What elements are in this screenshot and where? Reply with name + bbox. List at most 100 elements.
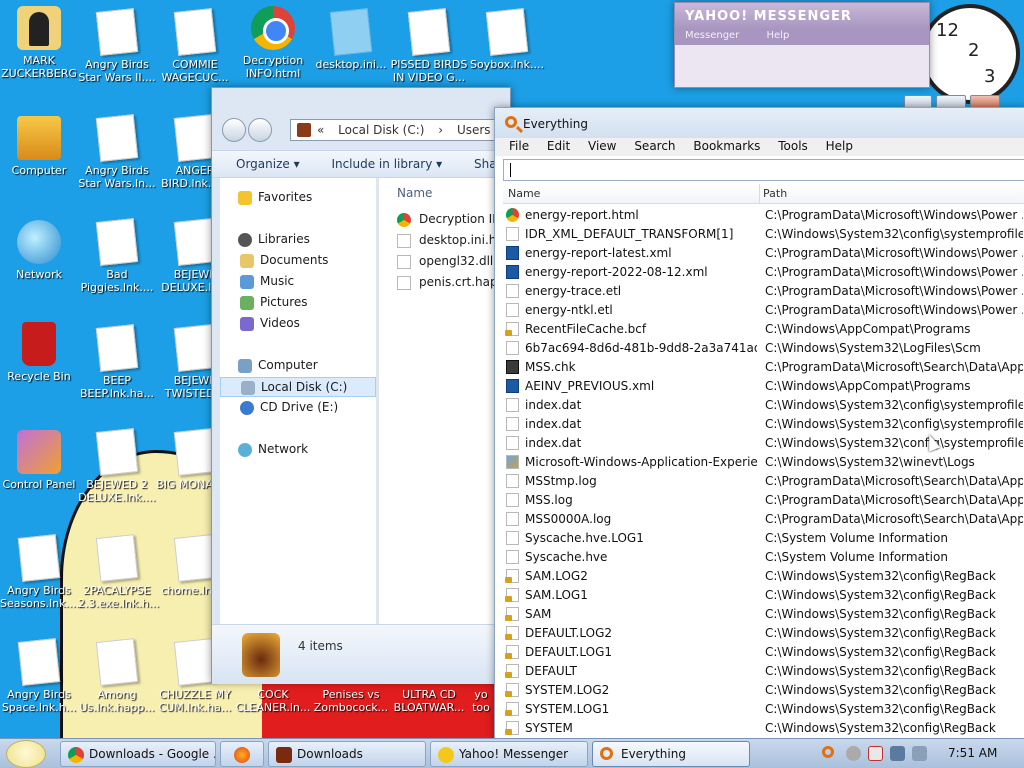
desktop-icon-angry-birds-star-wars[interactable]: Angry Birds Star Wars.ln... (78, 114, 156, 190)
task-explorer-downloads[interactable]: Downloads (268, 741, 426, 767)
nav-libraries[interactable]: Libraries (220, 230, 376, 250)
result-row[interactable]: IDR_XML_DEFAULT_TRANSFORM[1] C:\Windows\S… (503, 225, 1024, 244)
desktop-icon-2pacalypse[interactable]: 2PACALYPSE 2.3.exe.lnk.h... (78, 534, 159, 610)
explorer-window[interactable]: « Local Disk (C:) › Users › MA Organize … (211, 87, 932, 684)
desktop-icon-commie-wagecuc[interactable]: COMMIE WAGECUC... (156, 8, 234, 84)
result-row[interactable]: energy-report.html C:\ProgramData\Microso… (503, 206, 1024, 225)
forward-button[interactable] (248, 118, 272, 142)
nav-network[interactable]: Network (220, 440, 376, 460)
start-button[interactable] (6, 740, 46, 768)
result-row[interactable]: index.dat C:\Windows\System32\config\syst… (503, 415, 1024, 434)
desktop-icon-angry-birds-space[interactable]: Angry Birds Space.lnk.h... (0, 638, 78, 714)
result-row[interactable]: Syscache.hve.LOG1 C:\System Volume Inform… (503, 529, 1024, 548)
desktop-icon-decryption-info[interactable]: Decryption INFO.html (234, 6, 312, 80)
result-row[interactable]: Microsoft-Windows-Application-Experien..… (503, 453, 1024, 472)
desktop-icon-cock-cleaner[interactable]: COCK CLEANER.ln... (234, 688, 312, 714)
result-row[interactable]: SYSTEM C:\Windows\System32\config\RegBack (503, 719, 1024, 738)
result-row[interactable]: DEFAULT.LOG1 C:\Windows\System32\config\R… (503, 643, 1024, 662)
breadcrumb-overflow[interactable]: « (317, 123, 324, 137)
desktop-icon-penises-vs-zombocock[interactable]: Penises vs Zombocock... (312, 688, 390, 714)
result-row[interactable]: DEFAULT.LOG2 C:\Windows\System32\config\R… (503, 624, 1024, 643)
menu-help[interactable]: Help (826, 139, 853, 153)
organize-button[interactable]: Organize ▾ (236, 157, 300, 171)
desktop-icon-recycle-bin[interactable]: Recycle Bin (0, 322, 78, 383)
result-row[interactable]: AEINV_PREVIOUS.xml C:\Windows\AppCompat\P… (503, 377, 1024, 396)
result-row[interactable]: energy-trace.etl C:\ProgramData\Microsoft… (503, 282, 1024, 301)
menu-edit[interactable]: Edit (547, 139, 570, 153)
task-everything[interactable]: Everything (592, 741, 750, 767)
desktop-icon-control-panel[interactable]: Control Panel (0, 430, 78, 491)
result-row[interactable]: Syscache.hve C:\System Volume Information (503, 548, 1024, 567)
desktop-icon-desktop-ini[interactable]: desktop.ini... (312, 8, 390, 71)
desktop-icon-ultra-cd-bloatwar[interactable]: ULTRA CD BLOATWAR... (390, 688, 468, 714)
desktop-icon-bejewed-2-deluxe[interactable]: BEJEWED 2 DELUXE.lnk.... (78, 428, 156, 504)
network-tray-icon[interactable] (890, 746, 905, 761)
flag-icon[interactable] (868, 746, 883, 761)
desktop-icon-computer[interactable]: Computer (0, 116, 78, 177)
desktop-icon-angry-birds-seasons[interactable]: Angry Birds Seasons.lnk.... (0, 534, 80, 610)
result-row[interactable]: SAM C:\Windows\System32\config\RegBack (503, 605, 1024, 624)
result-row[interactable]: index.dat C:\Windows\System32\config\syst… (503, 396, 1024, 415)
nav-cd-drive[interactable]: CD Drive (E:) (220, 398, 376, 418)
result-row[interactable]: SYSTEM.LOG1 C:\Windows\System32\config\Re… (503, 700, 1024, 719)
nav-computer[interactable]: Computer (220, 356, 376, 376)
system-clock[interactable]: 7:51 AM (948, 746, 997, 760)
column-header-path[interactable]: Path (763, 187, 787, 200)
task-yahoo-messenger[interactable]: Yahoo! Messenger (430, 741, 588, 767)
nav-music[interactable]: Music (220, 272, 376, 292)
result-row[interactable]: 6b7ac694-8d6d-481b-9dd8-2a3a741ada6d C:\W… (503, 339, 1024, 358)
nav-documents[interactable]: Documents (220, 251, 376, 271)
result-row[interactable]: energy-report-2022-08-12.xml C:\ProgramDa… (503, 263, 1024, 282)
breadcrumb-users[interactable]: Users (457, 123, 491, 137)
result-row[interactable]: MSStmp.log C:\ProgramData\Microsoft\Searc… (503, 472, 1024, 491)
desktop-icon-soybox[interactable]: Soybox.lnk.... (468, 8, 546, 71)
yahoo-menu-messenger[interactable]: Messenger (685, 30, 739, 41)
desktop-icon-mark-zuckerberg[interactable]: MARK ZUCKERBERG (0, 6, 78, 80)
result-row[interactable]: index.dat C:\Windows\System32\config\syst… (503, 434, 1024, 453)
result-name: DEFAULT.LOG1 (525, 645, 613, 659)
desktop-icon-angry-birds-star-wars-ii[interactable]: Angry Birds Star Wars II.... (78, 8, 156, 84)
desktop-icon-network[interactable]: Network (0, 220, 78, 281)
search-input[interactable] (503, 159, 1024, 181)
minus-circle-icon[interactable] (846, 746, 861, 761)
file-item[interactable]: Decryption INF (397, 212, 508, 232)
desktop-icon-among-us[interactable]: Among Us.lnk.happ... (78, 638, 156, 714)
result-row[interactable]: MSS0000A.log C:\ProgramData\Microsoft\Sea… (503, 510, 1024, 529)
column-header-name[interactable]: Name (508, 187, 540, 200)
column-divider[interactable] (759, 184, 760, 204)
desktop-icon-pissed-birds[interactable]: PISSED BIRDS IN VIDEO G... (390, 8, 468, 84)
breadcrumb-separator[interactable]: › (438, 123, 443, 137)
menu-view[interactable]: View (588, 139, 616, 153)
nav-videos[interactable]: Videos (220, 314, 376, 334)
result-row[interactable]: SAM.LOG1 C:\Windows\System32\config\RegBa… (503, 586, 1024, 605)
nav-local-disk[interactable]: Local Disk (C:) (220, 377, 376, 397)
column-header-name[interactable]: Name (397, 186, 432, 200)
yahoo-menu-help[interactable]: Help (767, 30, 790, 41)
nav-favorites[interactable]: Favorites (220, 188, 376, 208)
menu-tools[interactable]: Tools (778, 139, 808, 153)
yahoo-messenger-window[interactable]: YAHOO! MESSENGER Messenger Help (674, 2, 930, 88)
menu-file[interactable]: File (509, 139, 529, 153)
back-button[interactable] (222, 118, 246, 142)
include-in-library-button[interactable]: Include in library ▾ (331, 157, 442, 171)
menu-search[interactable]: Search (634, 139, 675, 153)
menu-bookmarks[interactable]: Bookmarks (693, 139, 760, 153)
nav-pictures[interactable]: Pictures (220, 293, 376, 313)
desktop-icon-beep-beep[interactable]: BEEP BEEP.lnk.ha... (78, 324, 156, 400)
result-row[interactable]: SAM.LOG2 C:\Windows\System32\config\RegBa… (503, 567, 1024, 586)
result-row[interactable]: MSS.log C:\ProgramData\Microsoft\Search\D… (503, 491, 1024, 510)
task-firefox[interactable] (220, 741, 264, 767)
result-row[interactable]: energy-report-latest.xml C:\ProgramData\M… (503, 244, 1024, 263)
result-row[interactable]: SYSTEM.LOG2 C:\Windows\System32\config\Re… (503, 681, 1024, 700)
breadcrumb-local-disk[interactable]: Local Disk (C:) (338, 123, 424, 137)
everything-window[interactable]: Everything File Edit View Search Bookmar… (494, 107, 1024, 738)
desktop-icon-bad-piggies[interactable]: Bad Piggies.lnk.... (78, 218, 156, 294)
result-row[interactable]: energy-ntkl.etl C:\ProgramData\Microsoft\… (503, 301, 1024, 320)
desktop-icon-yo-too[interactable]: yo too (466, 688, 496, 714)
result-row[interactable]: RecentFileCache.bcf C:\Windows\AppCompat\… (503, 320, 1024, 339)
result-row[interactable]: DEFAULT C:\Windows\System32\config\RegBac… (503, 662, 1024, 681)
result-row[interactable]: MSS.chk C:\ProgramData\Microsoft\Search\D… (503, 358, 1024, 377)
everything-tray-icon[interactable] (822, 746, 834, 758)
volume-icon[interactable] (912, 746, 927, 761)
task-chrome-downloads[interactable]: Downloads - Google ... (60, 741, 216, 767)
